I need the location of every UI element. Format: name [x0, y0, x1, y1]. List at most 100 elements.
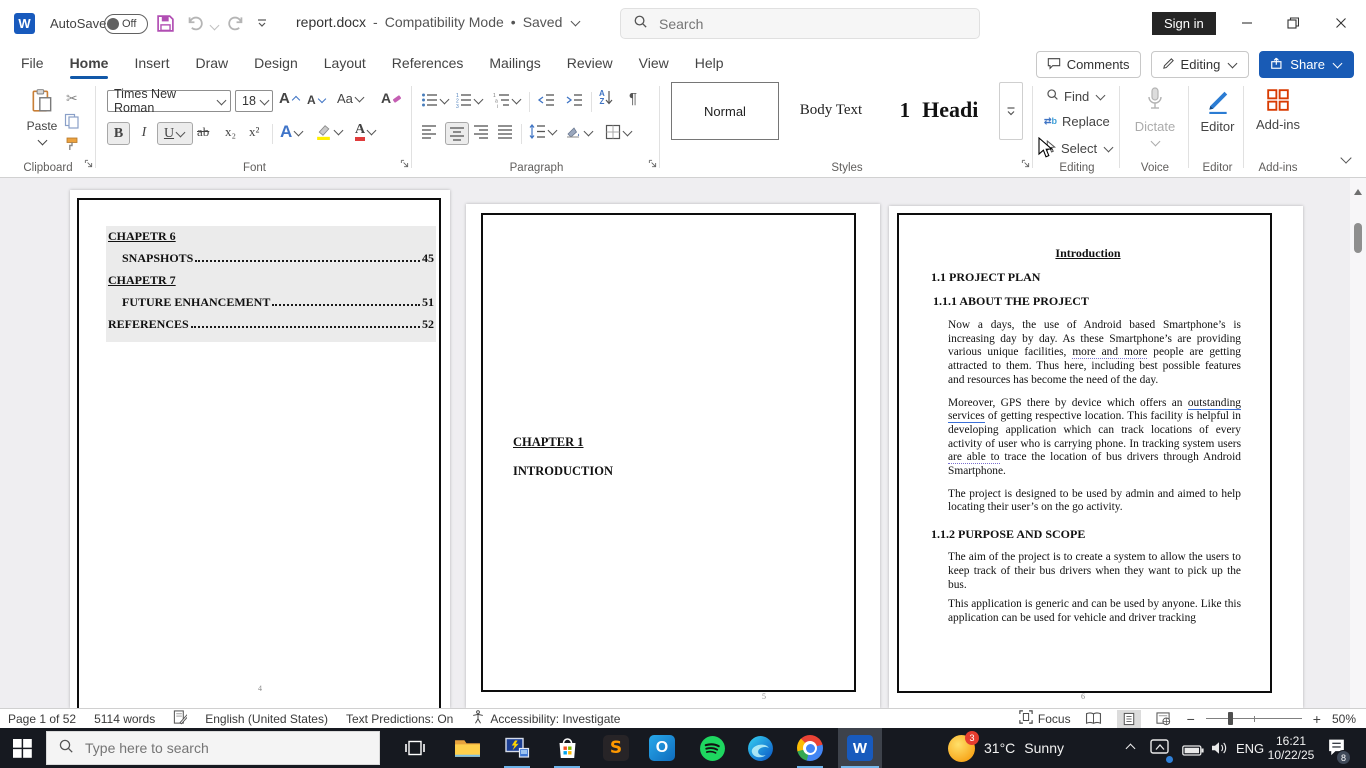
collapse-ribbon-icon[interactable] — [1339, 151, 1352, 169]
change-case-button[interactable]: Aa — [337, 91, 365, 106]
style-body-text[interactable]: Body Text — [783, 82, 879, 138]
shading-button[interactable] — [565, 124, 594, 140]
notification-center-button[interactable]: 8 — [1326, 737, 1351, 765]
search-input[interactable] — [657, 14, 941, 33]
scrollbar-thumb[interactable] — [1354, 223, 1362, 253]
accessibility-status[interactable]: Accessibility: Investigate — [471, 710, 620, 727]
zoom-percentage[interactable]: 50% — [1332, 712, 1356, 726]
borders-button[interactable] — [605, 124, 633, 140]
taskbar-search-input[interactable] — [83, 739, 357, 757]
web-layout-button[interactable] — [1152, 710, 1176, 728]
tray-expand-chevron-icon[interactable] — [1124, 741, 1136, 759]
decrease-indent-button[interactable] — [537, 92, 555, 108]
replace-button[interactable]: ⇄b Replace — [1044, 114, 1110, 129]
tab-view[interactable]: View — [626, 48, 682, 80]
vertical-scrollbar[interactable] — [1350, 178, 1366, 708]
font-dialog-launcher-icon[interactable] — [400, 155, 409, 173]
file-explorer-button[interactable] — [445, 728, 489, 768]
edge-button[interactable] — [738, 728, 782, 768]
tab-layout[interactable]: Layout — [311, 48, 379, 80]
outlook-button[interactable]: O — [640, 728, 684, 768]
microsoft-store-button[interactable] — [545, 728, 589, 768]
align-right-button[interactable] — [473, 124, 489, 139]
clock-widget[interactable]: 16:21 10/22/25 — [1258, 728, 1324, 768]
bullets-button[interactable] — [421, 92, 450, 108]
grow-font-button[interactable]: A — [279, 90, 301, 107]
addins-button[interactable]: Add-ins — [1246, 88, 1310, 132]
battery-icon[interactable] — [1182, 743, 1204, 761]
scroll-up-icon[interactable] — [1353, 183, 1363, 201]
superscript-button[interactable]: x² — [249, 124, 259, 140]
screen-cast-icon[interactable] — [1150, 739, 1173, 763]
toc-chapter-row[interactable]: CHAPETR 7 — [108, 273, 434, 295]
spotify-button[interactable] — [690, 728, 734, 768]
numbering-button[interactable]: 123 — [455, 92, 484, 108]
zoom-in-button[interactable]: + — [1313, 711, 1321, 727]
comments-button[interactable]: Comments — [1035, 51, 1141, 78]
strikethrough-button[interactable]: ab — [197, 124, 209, 140]
sign-in-button[interactable]: Sign in — [1152, 12, 1216, 35]
zoom-slider[interactable] — [1205, 712, 1302, 725]
copy-icon[interactable] — [64, 113, 80, 129]
autosave-toggle[interactable]: Off — [104, 14, 148, 34]
line-spacing-button[interactable] — [529, 124, 558, 139]
customize-toolbar-icon[interactable] — [256, 17, 268, 29]
increase-indent-button[interactable] — [565, 92, 583, 108]
style-normal[interactable]: Normal — [671, 82, 779, 140]
styles-gallery-more-button[interactable] — [999, 82, 1023, 140]
volume-icon[interactable] — [1211, 741, 1229, 760]
sort-button[interactable]: AZ — [599, 90, 613, 106]
close-button[interactable] — [1318, 0, 1364, 46]
align-left-button[interactable] — [421, 124, 437, 139]
tab-home[interactable]: Home — [57, 48, 122, 80]
editor-button[interactable]: Editor — [1191, 88, 1244, 134]
undo-chevron-icon[interactable] — [209, 20, 220, 31]
save-icon[interactable] — [156, 14, 175, 33]
highlight-button[interactable] — [315, 122, 344, 140]
text-effects-button[interactable]: A — [280, 122, 304, 142]
start-button[interactable] — [0, 728, 44, 768]
tab-draw[interactable]: Draw — [182, 48, 241, 80]
restore-button[interactable] — [1270, 0, 1316, 46]
task-view-button[interactable] — [393, 728, 437, 768]
multilevel-list-button[interactable]: 1ai — [493, 92, 522, 108]
language-indicator[interactable]: English (United States) — [205, 712, 328, 726]
word-taskbar-button[interactable]: W — [838, 728, 882, 768]
font-size-combo[interactable]: 18 — [235, 90, 273, 112]
word-count[interactable]: 5114 words — [94, 712, 155, 726]
select-button[interactable]: Select — [1045, 139, 1114, 156]
font-name-combo[interactable]: Times New Roman — [107, 87, 231, 115]
share-button[interactable]: Share — [1259, 51, 1354, 78]
toc-entry-row[interactable]: REFERENCES 52 — [108, 317, 434, 339]
font-color-button[interactable]: A — [355, 122, 377, 141]
dictate-button[interactable]: Dictate — [1121, 86, 1189, 152]
bold-button[interactable]: B — [107, 122, 130, 145]
page3-content[interactable]: Introduction 1.1 PROJECT PLAN 1.1.1 ABOU… — [931, 246, 1245, 635]
styles-dialog-launcher-icon[interactable] — [1021, 155, 1030, 173]
editing-mode-button[interactable]: Editing — [1150, 51, 1250, 78]
cut-icon[interactable]: ✂ — [66, 90, 78, 107]
clipboard-dialog-launcher-icon[interactable] — [84, 155, 93, 173]
titlebar-search-box[interactable] — [620, 8, 980, 39]
remote-desktop-button[interactable] — [495, 728, 539, 768]
document-page-1[interactable]: CHAPETR 6 SNAPSHOTS 45 CHAPETR 7 FUTURE … — [70, 190, 450, 708]
word-app-icon[interactable]: W — [14, 13, 35, 34]
zoom-out-button[interactable]: − — [1187, 711, 1195, 727]
document-title[interactable]: report.docx - Compatibility Mode • Saved — [296, 14, 581, 30]
toc-chapter-row[interactable]: CHAPETR 6 — [108, 229, 434, 251]
underline-button[interactable]: U — [157, 122, 193, 145]
align-center-button[interactable] — [445, 122, 469, 145]
zoom-slider-thumb[interactable] — [1227, 712, 1233, 725]
justify-button[interactable] — [497, 124, 513, 139]
tab-help[interactable]: Help — [682, 48, 737, 80]
undo-icon[interactable] — [186, 14, 205, 33]
taskbar-search-box[interactable] — [46, 731, 380, 765]
toc-entry-row[interactable]: FUTURE ENHANCEMENT 51 — [108, 295, 434, 317]
table-of-contents[interactable]: CHAPETR 6 SNAPSHOTS 45 CHAPETR 7 FUTURE … — [106, 226, 436, 342]
tab-review[interactable]: Review — [554, 48, 626, 80]
style-heading-1[interactable]: 1 Headi — [883, 82, 995, 138]
page-indicator[interactable]: Page 1 of 52 — [8, 712, 76, 726]
sublime-text-button[interactable]: S — [594, 728, 638, 768]
paragraph-dialog-launcher-icon[interactable] — [648, 155, 657, 173]
subscript-button[interactable]: x₂ — [225, 124, 236, 140]
